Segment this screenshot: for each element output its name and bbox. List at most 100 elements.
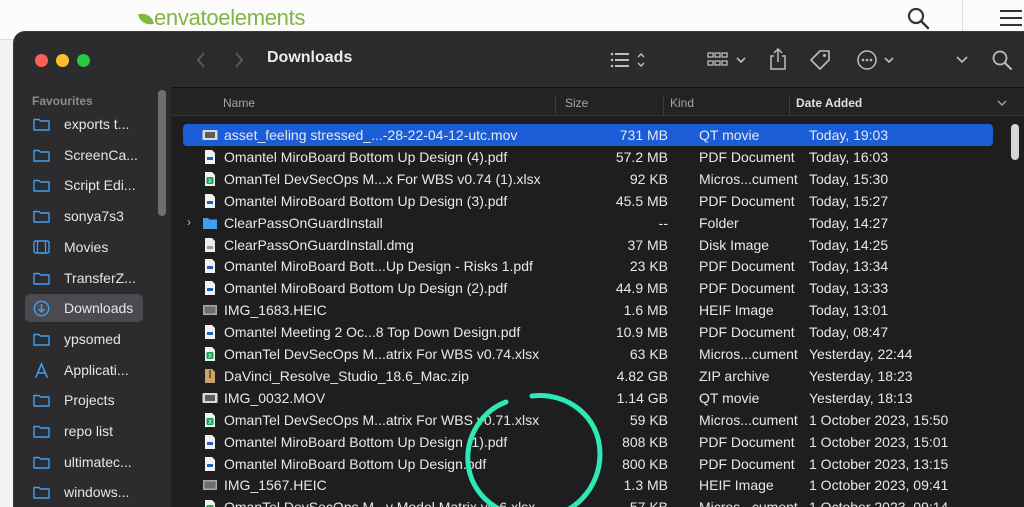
file-list-scrollbar[interactable] [1011, 124, 1019, 502]
column-header-name[interactable]: Name [223, 96, 255, 110]
file-date-added: Today, 14:25 [809, 236, 889, 253]
file-date-added: Today, 15:30 [809, 170, 889, 187]
sidebar-scrollbar[interactable] [158, 90, 166, 216]
more-actions-icon[interactable] [857, 49, 899, 71]
file-row[interactable]: Omantel MiroBoard Bottom Up Design (3).p… [183, 190, 993, 212]
disclosure-chevron-icon[interactable]: › [187, 215, 191, 229]
sidebar-item-projects[interactable]: Projects [25, 386, 143, 414]
file-name: IMG_0032.MOV [224, 389, 326, 406]
sidebar-item-ultimatec[interactable]: ultimatec... [25, 448, 143, 476]
file-date-added: 1 October 2023, 09:14 [809, 499, 948, 507]
file-row[interactable]: Omantel MiroBoard Bottom Up Design (4).p… [183, 146, 993, 168]
file-size: 731 MB [619, 127, 668, 143]
sidebar-item-windows[interactable]: windows... [25, 478, 143, 506]
svg-text:X: X [208, 179, 212, 185]
back-chevron-icon[interactable] [195, 51, 207, 69]
finder-sidebar: Favourites exports t... ScreenCa... Script… [14, 32, 171, 507]
sidebar-item-label: ScreenCa... [64, 146, 138, 163]
file-row[interactable]: X OmanTel DevSecOps M...x For WBS v0.74 (… [183, 168, 993, 190]
file-name: OmanTel DevSecOps M...atrix For WBS v0.7… [224, 346, 540, 362]
cursor-highlight-ring [465, 393, 603, 507]
forward-chevron-icon[interactable] [233, 51, 245, 69]
file-name: DaVinci_Resolve_Studio_18.6_Mac.zip [224, 367, 469, 384]
folder-icon [33, 332, 57, 346]
file-row[interactable]: › ClearPassOnGuardInstall -- Folder Today, 1… [183, 212, 993, 234]
pdf-file-icon [202, 280, 218, 296]
column-divider[interactable] [555, 96, 556, 116]
sidebar-item-script-edi[interactable]: Script Edi... [25, 171, 143, 199]
file-size: 44.9 MB [615, 280, 668, 297]
file-date-added: 1 October 2023, 09:41 [809, 477, 949, 494]
file-kind: PDF Document [699, 455, 795, 472]
file-date-added: Yesterday, 22:44 [809, 346, 913, 362]
file-date-added: Today, 13:01 [809, 302, 889, 319]
sidebar-item-label: Applicati... [64, 361, 129, 378]
column-divider[interactable] [663, 96, 664, 116]
sidebar-item-screenca[interactable]: ScreenCa... [25, 141, 143, 169]
file-row[interactable]: asset_feeling stressed_...-28-22-04-12-u… [183, 124, 993, 146]
folder-icon [33, 424, 57, 438]
file-row[interactable]: Omantel MiroBoard Bottom Up Design (2).p… [183, 277, 993, 299]
file-kind: Folder [699, 214, 739, 231]
file-row[interactable]: Omantel MiroBoard Bott...Up Design - Ris… [183, 255, 993, 277]
sidebar-item-downloads[interactable]: Downloads [25, 294, 143, 323]
sidebar-item-exports-t[interactable]: exports t... [25, 110, 143, 138]
scrollbar-thumb[interactable] [1011, 124, 1019, 160]
file-name: ClearPassOnGuardInstall [224, 214, 383, 231]
tag-icon[interactable] [808, 48, 832, 72]
envato-logo[interactable]: envatoelements [137, 5, 305, 31]
column-header-date-added[interactable]: Date Added [796, 96, 862, 110]
sidebar-item-sonya7s3[interactable]: sonya7s3 [25, 202, 143, 230]
film-icon [33, 240, 57, 254]
file-row[interactable]: IMG_1683.HEIC 1.6 MB HEIF Image Today, 13:0… [183, 299, 993, 321]
sidebar-item-applicati[interactable]: Applicati... [25, 356, 143, 384]
pdf-file-icon [202, 149, 218, 165]
file-size: 23 KB [629, 258, 668, 275]
sidebar-item-repo-list[interactable]: repo list [25, 417, 143, 445]
file-kind: Micros...cument [699, 170, 798, 187]
sidebar-item-label: Downloads [64, 300, 134, 317]
file-name: Omantel MiroBoard Bottom Up Design.pdf [224, 455, 487, 472]
window-title: Downloads [267, 49, 353, 66]
file-row[interactable]: X OmanTel DevSecOps M...atrix For WBS v0.… [183, 343, 993, 365]
file-kind: Disk Image [699, 236, 770, 253]
file-kind: PDF Document [699, 433, 795, 450]
sidebar-item-transferz[interactable]: TransferZ... [25, 264, 143, 292]
finder-search-icon[interactable] [991, 49, 1013, 71]
column-headers: Name Size Kind Date Added [171, 88, 1024, 116]
hamburger-menu-icon[interactable] [1000, 9, 1022, 27]
file-date-added: Today, 08:47 [809, 324, 889, 341]
close-window-button[interactable] [35, 54, 48, 67]
sidebar-item-label: Projects [64, 392, 115, 409]
file-size: -- [658, 214, 668, 231]
excel-file-icon: X [202, 171, 218, 187]
file-size: 63 KB [629, 346, 668, 362]
file-row[interactable]: Omantel Meeting 2 Oc...8 Top Down Design… [183, 321, 993, 343]
pdf-file-icon [202, 258, 218, 274]
file-kind: PDF Document [699, 258, 795, 275]
toolbar-overflow-chevron-icon[interactable] [955, 54, 969, 66]
minimize-window-button[interactable] [56, 54, 69, 67]
file-kind: PDF Document [699, 192, 795, 209]
column-header-size[interactable]: Size [565, 96, 588, 110]
file-date-added: 1 October 2023, 15:50 [809, 411, 949, 428]
zoom-window-button[interactable] [77, 54, 90, 67]
file-name: Omantel MiroBoard Bottom Up Design (4).p… [224, 148, 508, 165]
file-size: 10.9 MB [615, 324, 668, 341]
file-row[interactable]: ClearPassOnGuardInstall.dmg 37 MB Disk Ima… [183, 234, 993, 256]
column-header-kind[interactable]: Kind [670, 96, 694, 110]
search-icon[interactable] [906, 6, 930, 30]
file-date-added: Today, 14:27 [809, 214, 889, 231]
file-date-added: 1 October 2023, 13:15 [809, 455, 949, 472]
excel-file-icon: X [202, 499, 218, 507]
share-icon[interactable] [769, 47, 787, 71]
sidebar-item-ypsomed[interactable]: ypsomed [25, 325, 143, 353]
video-file-icon [202, 390, 218, 406]
column-divider[interactable] [789, 96, 790, 116]
list-view-icon[interactable] [609, 50, 649, 70]
sort-descending-icon[interactable] [997, 100, 1007, 107]
sidebar-item-movies[interactable]: Movies [25, 233, 143, 261]
pdf-file-icon [202, 193, 218, 209]
file-row[interactable]: DaVinci_Resolve_Studio_18.6_Mac.zip 4.82 … [183, 365, 993, 387]
group-by-icon[interactable] [707, 50, 749, 70]
